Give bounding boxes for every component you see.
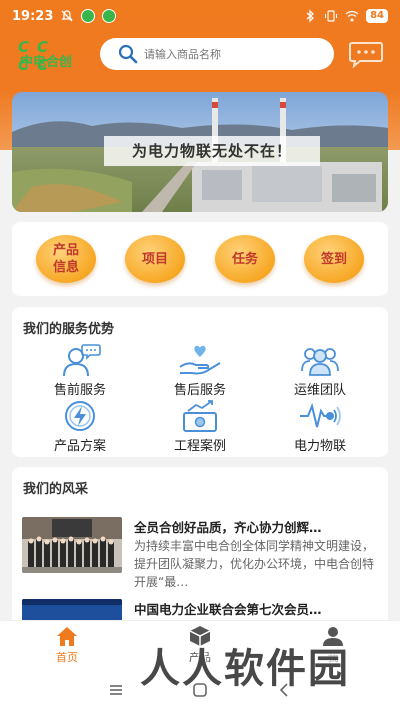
watermark-text: 人人软件园 [140,646,350,692]
aftersale-service-icon [179,345,221,375]
aftersale-service-item[interactable]: 售后服务 [150,343,250,398]
wifi-icon [345,10,359,22]
tab-home[interactable]: 首页 [27,625,107,665]
app-notification-icon [102,9,117,23]
news-description: 为持续丰富中电合创全体同学精神文明建设，提升团队凝聚力，优化办公环境，中电合创特… [134,539,375,589]
product-info-button[interactable]: 产品 信息 [36,235,96,283]
check-in-label: 签到 [320,251,347,267]
news-section-title: 我们的风采 [23,482,89,497]
presale-service-item[interactable]: 售前服务 [30,343,130,398]
power-iot-label: 电力物联 [293,439,346,454]
news-title: 中国电力企业联合会第七次会员… [134,602,322,617]
app-notification-icon [81,9,96,23]
presale-service-icon [63,344,101,377]
check-in-button[interactable]: 签到 [304,235,364,283]
ops-team-icon [301,348,339,376]
ops-team-label: 运维团队 [293,383,346,398]
engineering-case-icon [183,400,217,432]
promo-banner[interactable]: 为电力物联无处不在！ [12,92,388,212]
logo-text: 中电合创 [20,55,73,70]
services-section-title: 我们的服务优势 [23,322,115,337]
message-icon[interactable] [348,40,384,68]
menu-icon[interactable] [108,682,124,698]
engineering-case-item[interactable]: 工程案例 [150,399,250,454]
company-logo: CC CC 中电合创 [18,38,84,74]
news-thumbnail [22,517,122,573]
power-iot-item[interactable]: 电力物联 [270,399,370,454]
project-button[interactable]: 项目 [125,235,185,283]
status-time: 19:23 [12,8,54,24]
tab-home-label: 首页 [56,651,78,664]
task-button[interactable]: 任务 [215,235,275,283]
news-card: 我们的风采 全员合创好品质，齐心协力创辉… 为持续丰富中电合创全体同学精神文明建… [12,467,388,627]
project-label: 项目 [141,251,168,267]
app-header: CC CC 中电合创 [0,36,400,74]
aftersale-service-label: 售后服务 [173,383,226,398]
presale-service-label: 售前服务 [53,383,106,398]
quick-actions-card: 产品 信息 项目 任务 签到 [12,222,388,296]
mute-bell-icon [61,10,73,22]
engineering-case-label: 工程案例 [173,439,226,454]
product-plan-icon [65,401,95,431]
task-label: 任务 [231,251,258,267]
bluetooth-icon [306,9,315,23]
search-bar[interactable] [100,38,334,70]
service-advantages-card: 我们的服务优势 售前服务 售后服务 运维团队 产品方案 工程案例 电力物联 [12,307,388,457]
home-icon [57,627,77,646]
search-icon [118,44,138,64]
product-info-label: 产品 信息 [52,243,79,275]
news-title: 全员合创好品质，齐心协力创辉… [134,520,322,535]
product-plan-label: 产品方案 [53,439,106,454]
search-input[interactable] [144,47,314,61]
battery-indicator: 84 [366,9,388,23]
product-plan-item[interactable]: 产品方案 [30,399,130,454]
power-iot-icon [300,402,341,428]
vibrate-icon [325,10,338,22]
status-bar: 19:23 84 [0,0,400,32]
ops-team-item[interactable]: 运维团队 [270,343,370,398]
banner-slogan: 为电力物联无处不在！ [104,136,320,166]
